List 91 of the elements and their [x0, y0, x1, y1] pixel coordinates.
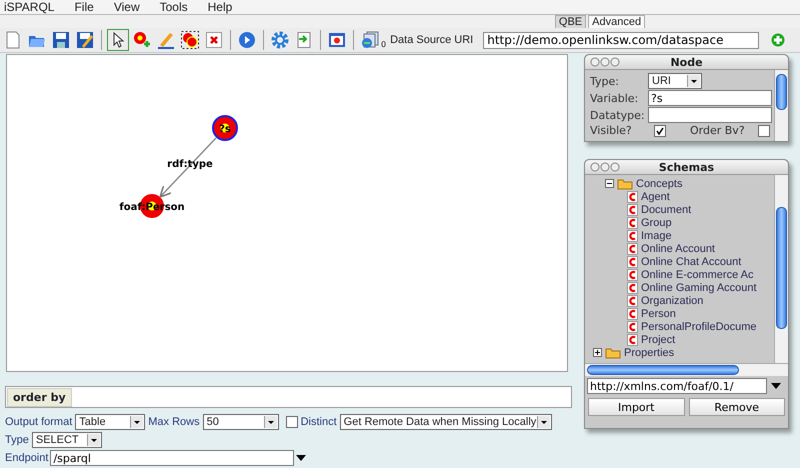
- add-node-icon: [133, 31, 151, 50]
- menu-item[interactable]: Help: [208, 0, 240, 14]
- dropdown-arrow-icon[interactable]: [771, 382, 781, 390]
- field-label: Type: [5, 434, 29, 446]
- menu-item[interactable]: File: [74, 0, 102, 14]
- query-type-dropdown[interactable]: SELECT: [32, 432, 102, 448]
- visible-checkbox[interactable]: [654, 124, 666, 136]
- variable-input-field[interactable]: ?s: [648, 90, 772, 106]
- toolbar-button[interactable]: [179, 29, 201, 52]
- pencil-icon: [157, 31, 175, 50]
- menu-item[interactable]: iSPARQL: [4, 0, 62, 14]
- tree-item[interactable]: Concepts: [636, 178, 682, 190]
- class-icon: [627, 204, 638, 216]
- checkbox-label: Order Bv?: [690, 124, 746, 137]
- tree-item[interactable]: Agent: [641, 190, 670, 202]
- order-checkbox[interactable]: [758, 124, 770, 136]
- remote-data-dropdown[interactable]: Get Remote Data when Missing Locally: [340, 414, 552, 430]
- dropdown-arrow-icon[interactable]: [296, 454, 306, 462]
- field-label: Output format: [5, 416, 72, 428]
- field-label: Variable:: [590, 92, 640, 104]
- field-label: Type:: [590, 74, 620, 88]
- menu-item[interactable]: View: [114, 0, 148, 14]
- tree-item[interactable]: Image: [641, 230, 672, 242]
- data-source-icon[interactable]: [360, 31, 380, 50]
- max-rows-dropdown[interactable]: 50: [202, 414, 279, 430]
- node-group-icon: [181, 31, 199, 50]
- class-icon: [627, 320, 638, 332]
- class-icon: [627, 268, 638, 280]
- class-icon: [627, 216, 638, 228]
- panel-button[interactable]: Import: [588, 398, 684, 416]
- window-icon: [328, 31, 346, 50]
- endpoint-input-field[interactable]: /sparql: [50, 450, 294, 466]
- distinct-checkbox[interactable]: [286, 416, 298, 428]
- tree-item[interactable]: Organization: [641, 294, 704, 306]
- tree-item[interactable]: Online Gaming Account: [641, 282, 757, 294]
- play-icon: [238, 31, 256, 50]
- tree-item[interactable]: Properties: [624, 346, 674, 358]
- class-icon: [627, 334, 638, 346]
- tree-item[interactable]: Document: [641, 204, 692, 216]
- field-label: Data Source URI: [390, 34, 474, 46]
- tree-toggle-icon[interactable]: [605, 179, 614, 188]
- tree-item[interactable]: Online Chat Account: [641, 256, 742, 268]
- field-label: Datatype:: [590, 108, 646, 122]
- gear-icon: [271, 31, 289, 50]
- datatype-input-field[interactable]: [648, 107, 772, 123]
- order-by-bar[interactable]: order by: [5, 386, 572, 408]
- toolbar-button[interactable]: [107, 29, 129, 52]
- horizontal-scrollbar[interactable]: [585, 363, 788, 376]
- checkbox-label: Distinct: [300, 416, 337, 428]
- class-icon: [627, 242, 638, 254]
- tree-item[interactable]: Person: [641, 308, 676, 320]
- class-icon: [627, 294, 638, 306]
- add-icon[interactable]: [771, 33, 786, 48]
- uri-input-field[interactable]: http://demo.openlinksw.com/dataspace: [483, 32, 760, 49]
- floppy-pencil-icon: [76, 31, 94, 50]
- class-icon: [627, 308, 638, 320]
- delete-icon: [205, 31, 223, 50]
- panel-title: Schemas: [658, 160, 716, 174]
- edge-arrow[interactable]: [159, 138, 216, 198]
- import-icon: [295, 31, 313, 50]
- window-controls-icon[interactable]: [590, 162, 620, 172]
- tab[interactable]: Advanced: [588, 15, 646, 28]
- count-label: 0: [381, 40, 386, 50]
- class-icon: [627, 282, 638, 294]
- tree-item[interactable]: Project: [641, 334, 676, 346]
- new-document-icon: [4, 31, 22, 50]
- type-dropdown[interactable]: URI: [648, 73, 702, 89]
- order-by-label: order by: [7, 388, 72, 406]
- edge-label: rdf:type: [167, 159, 213, 170]
- panel-button[interactable]: Remove: [688, 398, 785, 416]
- folder-icon: [617, 178, 633, 190]
- checkbox-label: Visible?: [590, 124, 633, 137]
- panel-title: Node: [669, 56, 704, 68]
- tree-toggle-icon[interactable]: [593, 348, 602, 357]
- window-controls-icon[interactable]: [590, 57, 620, 67]
- tree-item[interactable]: Online Account: [641, 242, 715, 254]
- tab[interactable]: QBE: [554, 15, 586, 28]
- output-format-dropdown[interactable]: Table: [75, 414, 146, 430]
- tree-item[interactable]: Group: [641, 216, 672, 228]
- menu-item[interactable]: Tools: [160, 0, 196, 14]
- schema-uri-input-field[interactable]: http://xmlns.com/foaf/0.1/: [587, 378, 767, 394]
- vertical-scrollbar[interactable]: [774, 175, 788, 363]
- class-icon: [627, 256, 638, 268]
- tree-item[interactable]: Online E-commerce Ac: [641, 268, 754, 280]
- field-label: Max Rows: [148, 416, 200, 428]
- vertical-scrollbar[interactable]: [774, 70, 788, 141]
- tree-item[interactable]: PersonalProfileDocume: [641, 320, 757, 332]
- field-label: Endpoint: [5, 452, 48, 464]
- class-icon: [627, 230, 638, 242]
- folder-icon: [605, 346, 621, 358]
- class-icon: [627, 190, 638, 202]
